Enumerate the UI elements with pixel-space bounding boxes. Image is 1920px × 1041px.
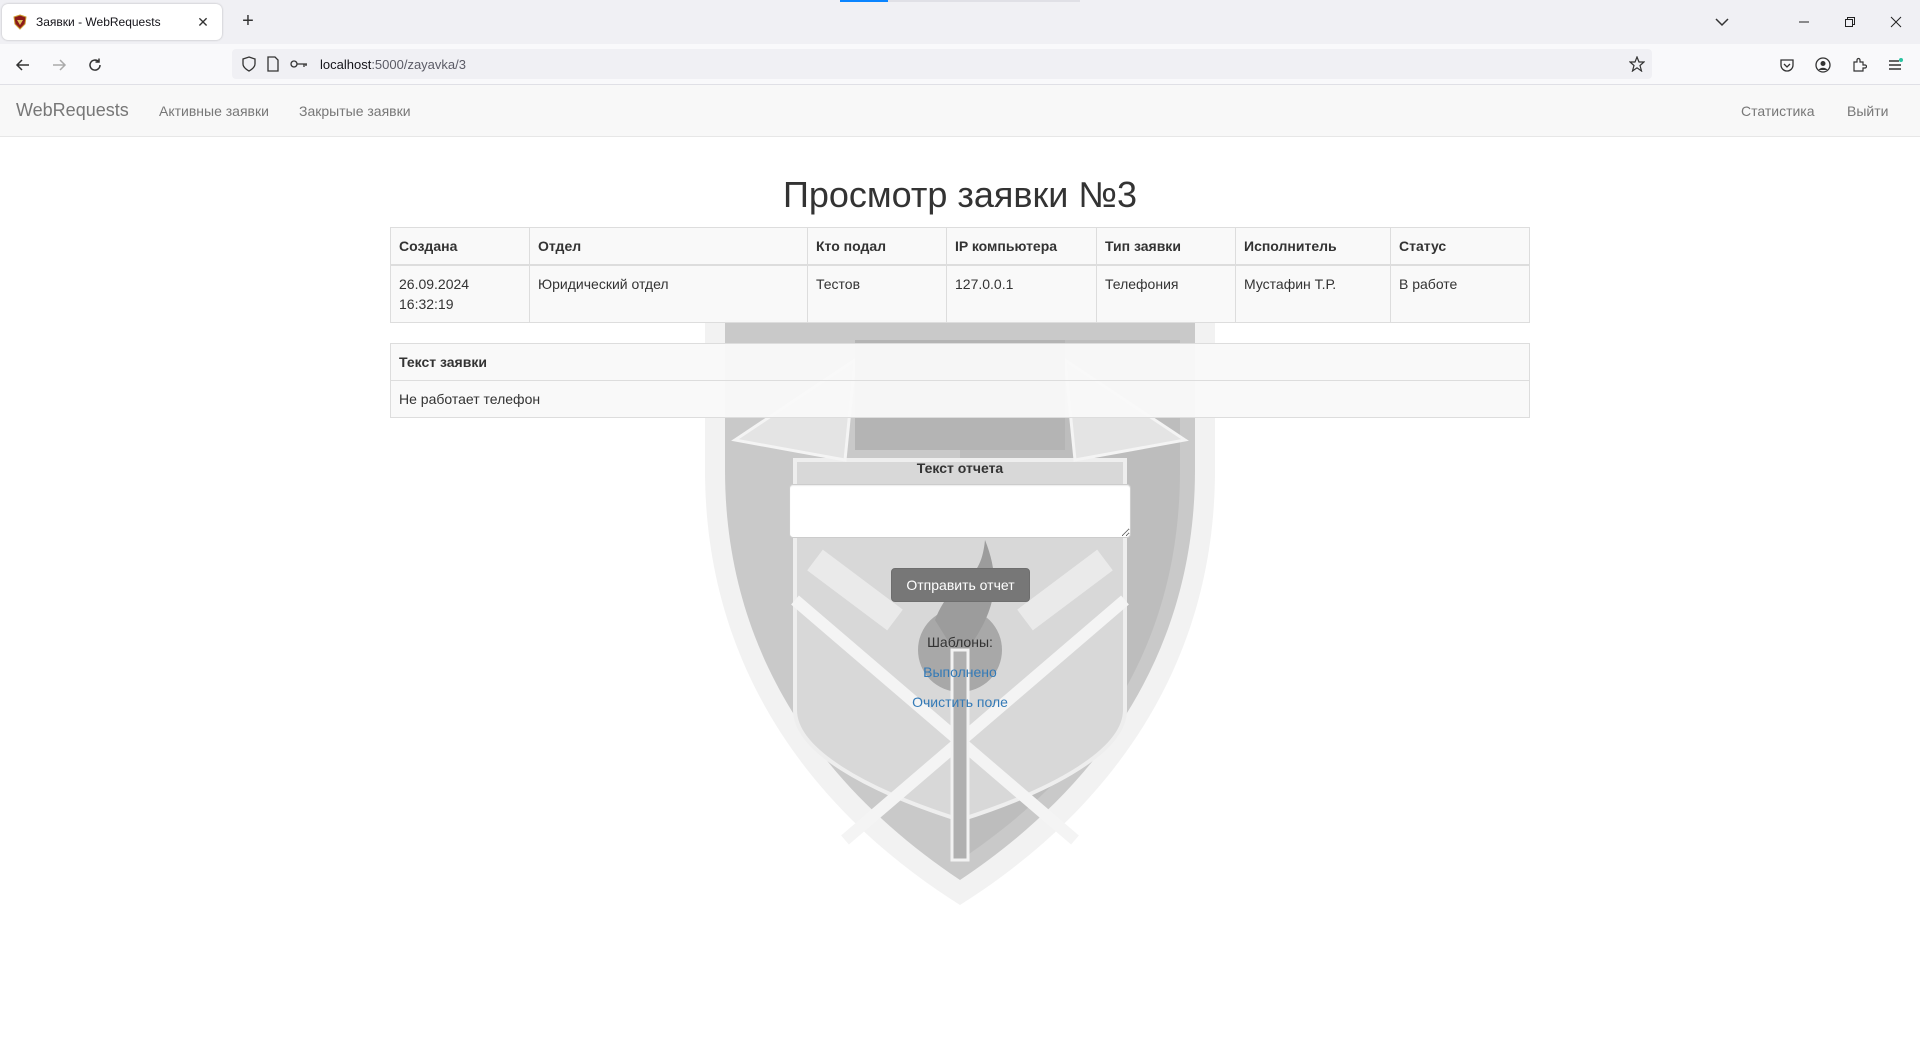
cell-status: В работе [1390, 264, 1530, 323]
tracking-protection-shield-icon[interactable] [240, 55, 258, 73]
account-icon[interactable] [1812, 54, 1834, 76]
reload-icon[interactable] [84, 54, 106, 76]
minimize-icon[interactable] [1794, 12, 1814, 32]
col-department: Отдел [529, 227, 808, 266]
request-details-table: Создана Отдел Кто подал IP компьютера Ти… [390, 227, 1530, 323]
request-text-header: Текст заявки [390, 343, 1530, 381]
site-brand-link[interactable]: WebRequests [16, 100, 129, 121]
col-created: Создана [390, 227, 530, 266]
restore-icon[interactable] [1840, 12, 1860, 32]
col-type: Тип заявки [1096, 227, 1236, 266]
new-tab-button[interactable]: + [236, 10, 260, 34]
shield-favicon-icon [13, 14, 27, 30]
report-label: Текст отчета [916, 460, 1004, 476]
key-icon[interactable] [290, 55, 308, 73]
nav-statistics[interactable]: Статистика [1741, 103, 1815, 119]
cell-department: Юридический отдел [529, 264, 808, 323]
tab-close-icon[interactable]: ✕ [194, 14, 212, 31]
request-text-row: Не работает телефон [390, 380, 1530, 418]
bookmark-star-icon[interactable] [1628, 55, 1646, 73]
cell-submitted-by: Тестов [807, 264, 947, 323]
template-done-link[interactable]: Выполнено [923, 664, 997, 680]
send-report-button[interactable]: Отправить отчет [891, 568, 1030, 602]
request-text-value: Не работает телефон [390, 380, 1530, 418]
cell-created: 26.09.2024 16:32:19 [390, 264, 530, 323]
request-text-table: Текст заявки Не работает телефон [390, 343, 1530, 418]
page-title: Просмотр заявки №3 [782, 174, 1138, 215]
cell-type: Телефония [1096, 264, 1236, 323]
forward-icon[interactable] [48, 54, 70, 76]
template-done-row: Выполнено [0, 664, 1920, 680]
page-info-icon[interactable] [264, 55, 282, 73]
table-header-row: Создана Отдел Кто подал IP компьютера Ти… [390, 227, 1530, 266]
request-text-header-row: Текст заявки [390, 343, 1530, 381]
site-navbar: WebRequests Активные заявки Закрытые зая… [0, 85, 1920, 137]
templates-label: Шаблоны: [927, 634, 993, 650]
template-clear-link[interactable]: Очистить поле [912, 694, 1008, 710]
created-date: 26.09.2024 [399, 276, 470, 292]
url-host: localhost [320, 57, 372, 72]
app-menu-icon[interactable] [1884, 54, 1906, 76]
browser-toolbar: localhost:5000/zayavka/3 [0, 44, 1920, 85]
extensions-icon[interactable] [1848, 54, 1870, 76]
col-submitted-by: Кто подал [807, 227, 947, 266]
template-clear-row: Очистить поле [0, 694, 1920, 710]
back-icon[interactable] [12, 54, 34, 76]
address-bar[interactable]: localhost:5000/zayavka/3 [232, 49, 1652, 79]
nav-active-requests[interactable]: Активные заявки [159, 103, 269, 119]
nav-logout[interactable]: Выйти [1847, 103, 1888, 119]
cell-ip: 127.0.0.1 [946, 264, 1097, 323]
col-status: Статус [1390, 227, 1530, 266]
tab-strip-indicator [840, 0, 888, 2]
col-executor: Исполнитель [1235, 227, 1391, 266]
created-time: 16:32:19 [399, 296, 454, 312]
tab-list-chevron-icon[interactable] [1712, 12, 1732, 32]
table-row: 26.09.2024 16:32:19 Юридический отдел Те… [390, 264, 1530, 323]
nav-closed-requests[interactable]: Закрытые заявки [299, 103, 411, 119]
window-close-icon[interactable] [1886, 12, 1906, 32]
url-text[interactable]: localhost:5000/zayavka/3 [320, 57, 466, 72]
browser-tab-bar: Заявки - WebRequests ✕ + [0, 0, 1920, 44]
url-path: :5000/zayavka/3 [371, 57, 466, 72]
tab-title: Заявки - WebRequests [36, 15, 161, 29]
col-ip: IP компьютера [946, 227, 1097, 266]
report-textarea[interactable] [789, 484, 1131, 538]
tab-strip-indicator-track [888, 0, 1080, 2]
pocket-icon[interactable] [1776, 54, 1798, 76]
browser-tab-active[interactable]: Заявки - WebRequests ✕ [2, 4, 222, 40]
cell-executor: Мустафин Т.Р. [1235, 264, 1391, 323]
